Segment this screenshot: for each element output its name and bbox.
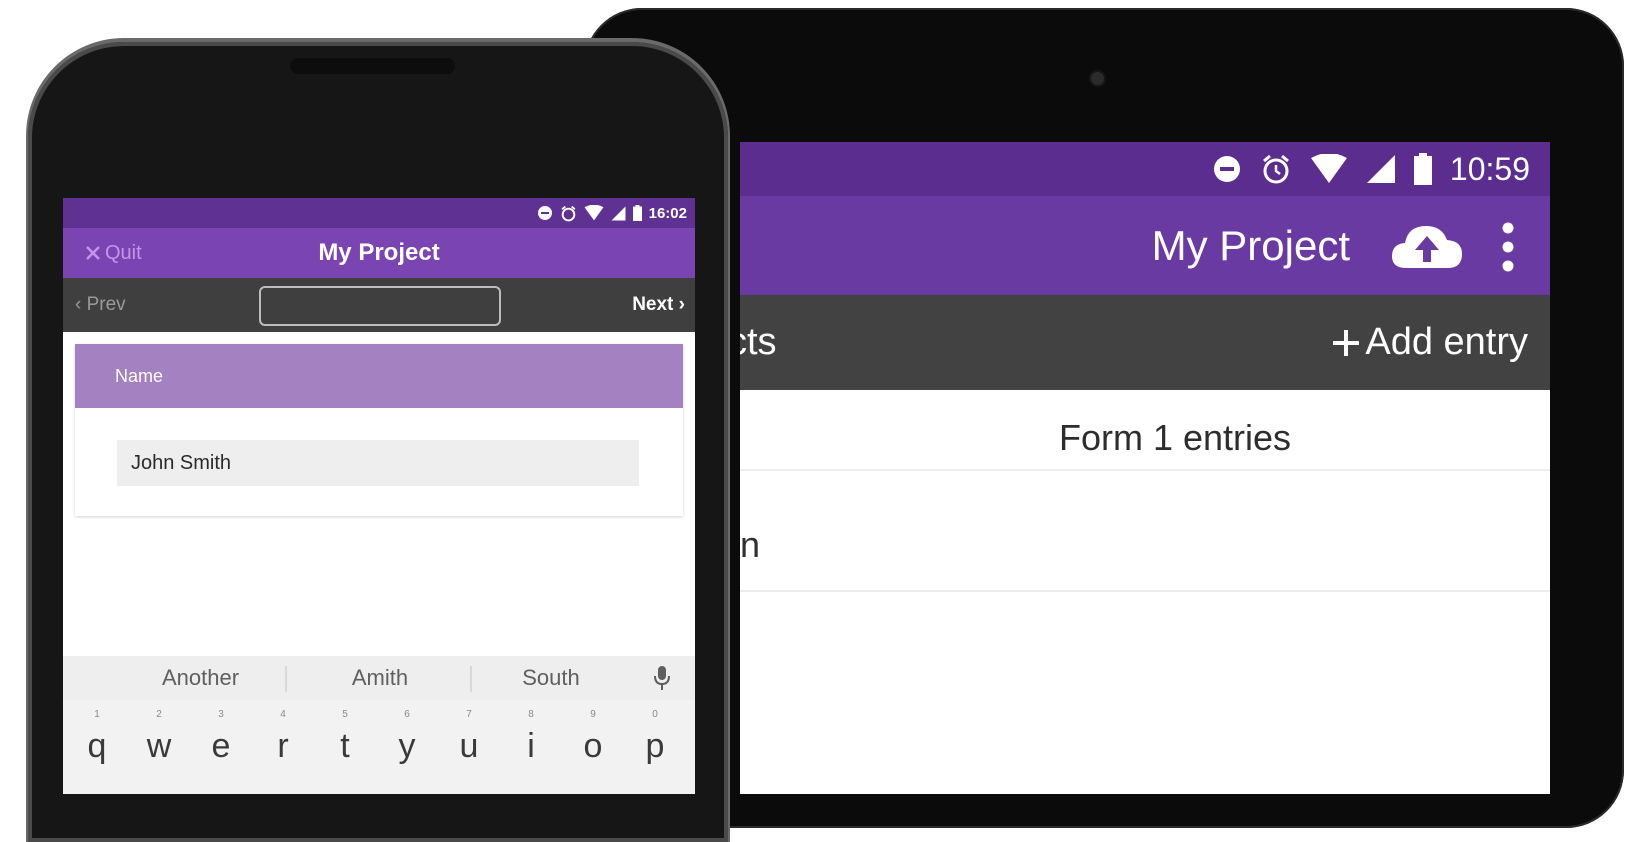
key-i[interactable]: 8i <box>511 708 551 788</box>
key-p[interactable]: 0p <box>635 708 675 788</box>
add-entry-label: Add entry <box>1365 321 1528 363</box>
suggestion-item[interactable]: South <box>472 656 630 700</box>
key-number: 4 <box>280 709 286 720</box>
signal-icon <box>1366 155 1395 183</box>
close-icon <box>86 246 100 260</box>
plus-icon <box>1333 329 1360 356</box>
minus-circle-icon <box>537 206 552 220</box>
question-selector[interactable] <box>259 286 501 326</box>
next-label: Next <box>632 294 674 315</box>
key-letter: y <box>398 727 416 765</box>
quit-label: Quit <box>105 242 142 264</box>
name-input[interactable]: John Smith <box>117 440 639 486</box>
phone-app-title: My Project <box>318 239 440 266</box>
tablet-toolbar-title: cts <box>740 321 777 363</box>
microphone-icon[interactable] <box>654 666 670 690</box>
wifi-icon <box>584 205 604 221</box>
alarm-icon <box>561 205 576 221</box>
key-o[interactable]: 9o <box>573 708 613 788</box>
phone-status-time: 16:02 <box>648 204 687 222</box>
key-number: 8 <box>528 709 534 720</box>
prev-button[interactable]: ‹ Prev <box>75 278 126 332</box>
key-u[interactable]: 7u <box>449 708 489 788</box>
key-letter: e <box>211 727 231 765</box>
key-letter: u <box>459 727 479 765</box>
phone-app-bar: My Project Quit <box>63 228 695 278</box>
question-label: Name <box>115 366 164 386</box>
tablet-app-bar: My Project <box>740 196 1550 295</box>
key-number: 5 <box>342 709 348 720</box>
key-q[interactable]: 1q <box>77 708 117 788</box>
suggestion-item[interactable]: Amith <box>287 656 473 700</box>
wifi-icon <box>1310 154 1347 183</box>
key-letter: p <box>645 727 665 765</box>
key-r[interactable]: 4r <box>263 708 303 788</box>
name-input-value: John Smith <box>131 452 232 474</box>
cloud-upload-icon[interactable] <box>1392 222 1462 270</box>
tablet-status-bar: 10:59 <box>740 142 1550 196</box>
key-number: 0 <box>652 709 658 720</box>
entry-list-item[interactable]: hn <box>740 487 760 602</box>
chevron-left-icon: ‹ <box>75 294 82 315</box>
battery-icon <box>632 205 642 221</box>
key-number: 9 <box>590 709 596 720</box>
key-letter: r <box>277 727 289 765</box>
minus-circle-icon <box>1213 156 1240 182</box>
prev-label: Prev <box>86 294 126 315</box>
suggestion-item[interactable]: Another <box>93 656 308 700</box>
divider <box>740 590 1550 592</box>
question-header: Name <box>75 344 683 408</box>
quit-button[interactable]: Quit <box>85 228 142 278</box>
divider <box>740 469 1550 471</box>
key-number: 6 <box>404 709 410 720</box>
key-t[interactable]: 5t <box>325 708 365 788</box>
alarm-icon <box>1262 154 1289 184</box>
phone-status-bar: 16:02 <box>63 198 695 228</box>
phone-nav-bar: ‹ Prev Next › <box>63 278 695 332</box>
key-letter: i <box>527 727 535 765</box>
keyboard: 1q 2w 3e 4r 5t 6y 7u 8i 9o 0p <box>63 700 695 794</box>
key-w[interactable]: 2w <box>139 708 179 788</box>
key-number: 7 <box>466 709 472 720</box>
tablet-camera <box>1091 72 1104 85</box>
more-vert-icon[interactable] <box>1500 222 1516 272</box>
signal-icon <box>611 206 626 220</box>
tablet-status-time: 10:59 <box>1449 150 1530 187</box>
battery-icon <box>1413 153 1432 185</box>
key-letter: t <box>340 727 350 765</box>
key-letter: q <box>87 727 107 765</box>
phone-speaker <box>290 58 455 74</box>
key-e[interactable]: 3e <box>201 708 241 788</box>
keyboard-suggestion-bar: Another Amith South <box>63 656 695 700</box>
next-button[interactable]: Next › <box>632 278 685 332</box>
chevron-right-icon: › <box>678 294 685 315</box>
key-y[interactable]: 6y <box>387 708 427 788</box>
key-number: 2 <box>156 709 162 720</box>
tablet-screen: 10:59 My Project cts Add entry Form 1 en… <box>740 142 1550 794</box>
question-card: Name John Smith <box>75 344 683 516</box>
key-number: 3 <box>218 709 224 720</box>
tablet-toolbar: cts Add entry <box>740 295 1550 390</box>
phone-screen: 16:02 My Project Quit ‹ Prev Next › Name… <box>63 198 695 794</box>
key-number: 1 <box>94 709 100 720</box>
key-letter: w <box>146 727 172 765</box>
key-letter: o <box>583 727 603 765</box>
add-entry-button[interactable]: Add entry <box>1331 295 1528 390</box>
tablet-app-title: My Project <box>1151 222 1350 269</box>
